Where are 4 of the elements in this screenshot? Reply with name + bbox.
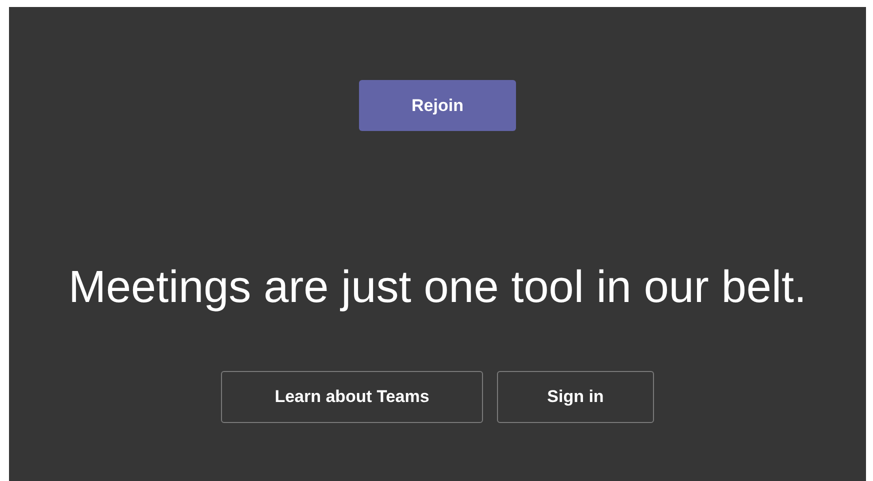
rejoin-button[interactable]: Rejoin [359, 80, 516, 131]
learn-about-teams-button[interactable]: Learn about Teams [221, 371, 483, 423]
sign-in-button[interactable]: Sign in [497, 371, 654, 423]
headline: Meetings are just one tool in our belt. [68, 264, 806, 309]
